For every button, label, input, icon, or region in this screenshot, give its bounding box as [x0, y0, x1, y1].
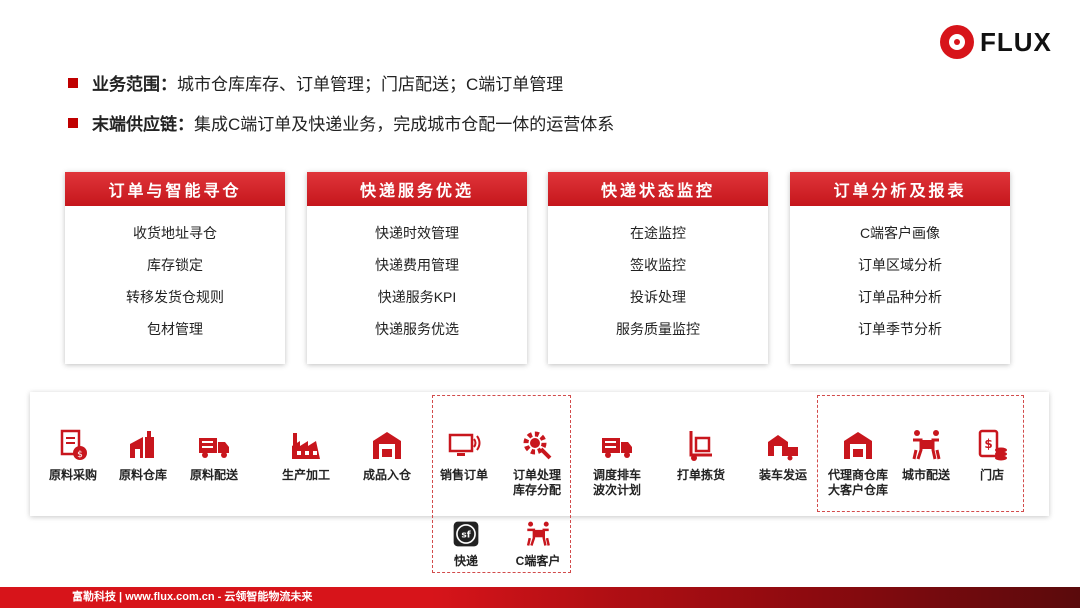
flux-logo-icon: [940, 25, 974, 59]
square-bullet-icon: [68, 117, 78, 128]
brand-name: FLUX: [980, 26, 1052, 57]
card-title: 快递服务优选: [307, 172, 527, 206]
flow-label: 生产加工: [281, 468, 330, 482]
svg-text:$: $: [77, 450, 83, 460]
customer-parcel-icon: [526, 521, 550, 546]
card-item: 快递时效管理: [375, 225, 459, 241]
card-item: C端客户画像: [859, 225, 941, 241]
store-money-icon: $: [978, 429, 1007, 461]
flow-node-dispatch-plan: 调度排车 波次计划: [574, 428, 660, 498]
card-item: 订单季节分析: [858, 321, 942, 337]
delivery-truck-icon: [199, 438, 229, 458]
card-item: 订单品种分析: [858, 289, 942, 305]
flow-label: C端客户: [515, 554, 561, 568]
flow-label: 打单拣货: [676, 468, 725, 482]
card-order-warehouse: 订单与智能寻仓 收货地址寻仓 库存锁定 转移发货仓规则 包材管理: [65, 172, 285, 364]
flow-label: 城市配送: [901, 468, 950, 482]
card-item: 服务质量监控: [616, 321, 700, 337]
flow-label: 调度排车 波次计划: [592, 468, 641, 497]
card-item: 在途监控: [630, 225, 686, 241]
flow-node-production: 生产加工: [263, 428, 349, 483]
bullet-sep: ：: [160, 75, 177, 94]
agent-warehouse-icon: [844, 432, 872, 459]
gear-wrench-icon: [523, 431, 552, 460]
hand-truck-icon: [689, 431, 712, 461]
card-item: 订单区域分析: [858, 257, 942, 273]
warehouse-icon: [130, 431, 154, 458]
flow-node-c-customer: C端客户: [495, 520, 581, 569]
bullet-text: 城市仓库库存、订单管理；门店配送；C端订单管理: [177, 75, 564, 94]
card-item: 转移发货仓规则: [126, 289, 224, 305]
flow-node-store: $ 门店: [949, 428, 1035, 483]
flow-node-finished-goods: 成品入仓: [344, 428, 430, 483]
card-item: 快递服务KPI: [377, 289, 457, 305]
card-item: 库存锁定: [147, 257, 203, 273]
square-bullet-icon: [68, 77, 78, 88]
card-item: 投诉处理: [630, 289, 686, 305]
card-title: 订单分析及报表: [790, 172, 1010, 206]
flow-label: 装车发运: [758, 468, 807, 482]
card-express-monitoring: 快递状态监控 在途监控 签收监控 投诉处理 服务质量监控: [548, 172, 768, 364]
flow-label: 订单处理 库存分配: [512, 468, 561, 497]
card-item: 签收监控: [630, 257, 686, 273]
flow-label: 原料配送: [189, 468, 238, 482]
flow-node-picking: 打单拣货: [658, 428, 744, 483]
flow-node-loading: 装车发运: [740, 428, 826, 483]
bullet-end-supply-chain: 末端供应链 ： 集成C端订单及快递业务，完成城市仓配一体的运营体系: [68, 110, 614, 135]
courier-icon: [912, 430, 941, 460]
document-money-icon: $: [60, 429, 87, 460]
card-order-analysis: 订单分析及报表 C端客户画像 订单区域分析 订单品种分析 订单季节分析: [790, 172, 1010, 364]
flow-node-order-processing: 订单处理 库存分配: [494, 428, 580, 498]
footer-text: 富勒科技 | www.flux.com.cn - 云领智能物流未来: [72, 591, 313, 603]
flow-label: 销售订单: [439, 468, 488, 482]
flow-label: 原料仓库: [118, 468, 167, 482]
card-item: 快递费用管理: [375, 257, 459, 273]
footer-bar: 富勒科技 | www.flux.com.cn - 云领智能物流未来: [0, 587, 1080, 608]
card-item: 快递服务优选: [375, 321, 459, 337]
truck-schedule-icon: [602, 438, 632, 458]
brand-logo: FLUX: [940, 24, 1060, 60]
monitor-order-icon: [448, 433, 481, 456]
flow-label: 代理商仓库 大客户仓库: [827, 468, 888, 497]
warehouse-in-icon: [373, 432, 401, 459]
flow-label: 原料采购: [48, 468, 97, 482]
flow-node-raw-delivery: 原料配送: [171, 428, 257, 483]
bullet-business-scope: 业务范围 ： 城市仓库库存、订单管理；门店配送；C端订单管理: [68, 70, 563, 95]
card-express-selection: 快递服务优选 快递时效管理 快递费用管理 快递服务KPI 快递服务优选: [307, 172, 527, 364]
flow-label: 快递: [453, 554, 478, 568]
card-title: 快递状态监控: [548, 172, 768, 206]
loading-truck-icon: [768, 435, 798, 461]
bullet-text: 集成C端订单及快递业务，完成城市仓配一体的运营体系: [194, 115, 615, 134]
flow-label: 成品入仓: [362, 468, 411, 482]
card-item: 收货地址寻仓: [133, 225, 217, 241]
svg-text:$: $: [984, 437, 992, 451]
bullet-sep: ：: [177, 115, 194, 134]
card-item: 包材管理: [147, 321, 203, 337]
flow-label: 门店: [979, 468, 1004, 482]
card-title: 订单与智能寻仓: [65, 172, 285, 206]
bullet-key: 末端供应链: [92, 115, 177, 134]
bullet-key: 业务范围: [92, 75, 160, 94]
factory-icon: [292, 433, 320, 459]
svg-text:sf: sf: [461, 530, 471, 540]
sf-express-icon: sf: [453, 521, 479, 547]
